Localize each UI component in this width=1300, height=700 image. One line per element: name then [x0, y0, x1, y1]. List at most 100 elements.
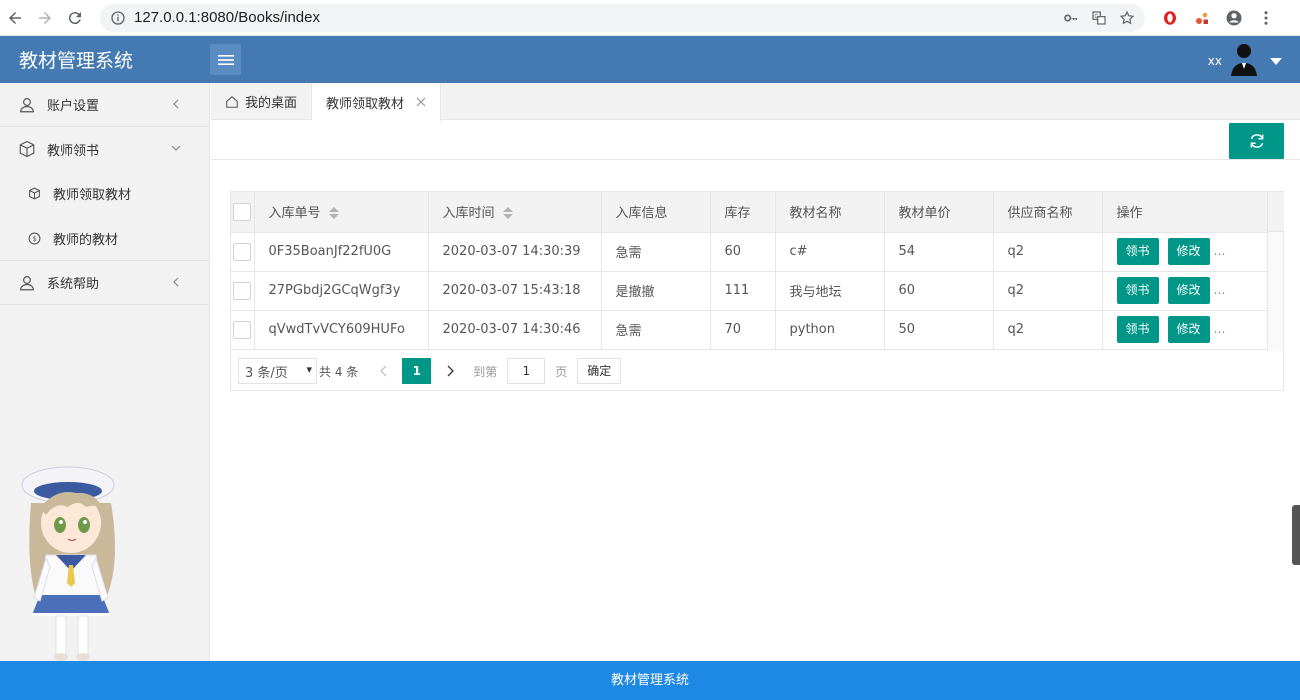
row-checkbox[interactable]: [233, 242, 251, 261]
cell-time: 2020-03-07 14:30:39: [428, 232, 602, 272]
column-header-label: 入库单号: [268, 206, 321, 222]
sidebar-item-account[interactable]: 账户设置: [0, 83, 209, 127]
more-ellipsis: …: [1213, 244, 1226, 258]
row-checkbox[interactable]: [233, 281, 251, 300]
tab-desktop[interactable]: 我的桌面: [211, 83, 313, 120]
more-vert-icon[interactable]: [1257, 9, 1275, 27]
pagination: 3 条/页 共 4 条 1 到第 1 页 确定: [238, 358, 622, 384]
table-header-row: 入库单号 入库时间 入库信息 库存 教材名称 教材单价 供应商名称 操作: [231, 192, 1269, 233]
column-header-stock: 库存: [710, 192, 776, 233]
total-count: 共 4 条: [319, 364, 359, 379]
cell-price: 54: [884, 232, 994, 272]
reload-button[interactable]: [60, 3, 90, 33]
table-row: qVwdTvVCY609HUFo 2020-03-07 14:30:46 急需 …: [231, 310, 1269, 350]
cell-info: 是撤撤: [601, 271, 711, 311]
more-ellipsis: …: [1213, 322, 1226, 336]
table-row: 27PGbdj2GCqWgf3y 2020-03-07 15:43:18 是撤撤…: [231, 271, 1269, 311]
column-header-label: 入库时间: [442, 206, 495, 222]
side-panel-handle[interactable]: [1292, 505, 1300, 565]
cell-id: 0F35BoanJf22fU0G: [254, 232, 429, 272]
table-scroll-gutter: [1267, 192, 1284, 351]
next-page-button[interactable]: [441, 365, 459, 377]
goto-label: 到第: [473, 364, 498, 379]
page-number-current[interactable]: 1: [402, 358, 432, 384]
cell-supplier: q2: [993, 310, 1103, 350]
key-icon[interactable]: [1063, 10, 1079, 26]
confirm-button[interactable]: 确定: [577, 358, 622, 384]
sidebar-subitem-my-books[interactable]: $ 教师的教材: [0, 216, 209, 261]
cell-time: 2020-03-07 14:30:46: [428, 310, 602, 350]
cell-info: 急需: [601, 310, 711, 350]
take-book-button[interactable]: 领书: [1116, 238, 1159, 265]
column-header-time[interactable]: 入库时间: [428, 192, 602, 233]
more-ellipsis: …: [1213, 283, 1226, 297]
sidebar-item-label: 教师领书: [47, 143, 100, 159]
tab-take-books[interactable]: 教师领取教材: [312, 83, 442, 121]
sort-icon[interactable]: [502, 207, 513, 220]
extension-icon[interactable]: [1193, 9, 1211, 27]
app-title: 教材管理系统: [19, 50, 134, 72]
sidebar-item-label: 账户设置: [47, 99, 100, 114]
cell-id: qVwdTvVCY609HUFo: [254, 310, 429, 350]
cell-supplier: q2: [993, 271, 1103, 311]
cell-info: 急需: [601, 232, 711, 272]
back-button[interactable]: [0, 3, 30, 33]
tab-bar: 我的桌面 教师领取教材: [211, 83, 1300, 121]
cell-time: 2020-03-07 15:43:18: [428, 271, 602, 311]
cell-name: python: [775, 310, 885, 350]
tab-label: 我的桌面: [245, 96, 298, 111]
user-menu[interactable]: xx: [1208, 42, 1282, 80]
forward-button[interactable]: [30, 3, 60, 33]
take-book-button[interactable]: 领书: [1116, 277, 1159, 304]
cell-actions: 领书 修改…: [1102, 310, 1269, 350]
row-checkbox[interactable]: [233, 320, 251, 339]
edit-button[interactable]: 修改: [1167, 277, 1210, 304]
content-toolbar: [211, 120, 1300, 160]
home-icon: [226, 95, 238, 108]
column-header-name: 教材名称: [775, 192, 885, 233]
edit-button[interactable]: 修改: [1167, 238, 1210, 265]
chevron-left-icon: [173, 99, 179, 109]
menu-toggle-button[interactable]: [210, 44, 241, 75]
page-label: 页: [555, 364, 568, 379]
refresh-button[interactable]: [1229, 123, 1284, 159]
column-header-id[interactable]: 入库单号: [254, 192, 429, 233]
address-bar[interactable]: 127.0.0.1:8080/Books/index G: [100, 3, 1145, 32]
goto-page-input[interactable]: 1: [507, 358, 546, 384]
chevron-left-icon: [173, 277, 179, 287]
sidebar-item-help[interactable]: 系统帮助: [0, 261, 209, 305]
user-name: xx: [1207, 54, 1222, 68]
row-checkbox-cell: [231, 310, 255, 350]
row-checkbox-cell: [231, 271, 255, 311]
cell-name: c#: [775, 232, 885, 272]
page-size-select[interactable]: 3 条/页: [238, 358, 317, 384]
menu-icon: [217, 54, 234, 65]
cell-actions: 领书 修改…: [1102, 232, 1269, 272]
footer: 教材管理系统: [0, 661, 1300, 700]
user-avatar-icon: [1231, 44, 1257, 76]
edit-button[interactable]: 修改: [1167, 316, 1210, 343]
star-icon[interactable]: [1119, 10, 1135, 26]
arrow-left-icon: [9, 11, 21, 24]
sidebar-item-label: 系统帮助: [47, 277, 100, 292]
sidebar-subitem-take-books[interactable]: 教师领取教材: [0, 171, 209, 216]
opera-extension-icon[interactable]: [1161, 9, 1179, 27]
take-book-button[interactable]: 领书: [1116, 316, 1159, 343]
chevron-left-icon: [379, 365, 387, 377]
info-icon[interactable]: [110, 10, 126, 26]
box-icon: [19, 140, 35, 158]
avatar: [1228, 42, 1260, 80]
chevron-right-icon: [447, 365, 454, 377]
prev-page-button[interactable]: [374, 365, 392, 377]
account-icon[interactable]: [1225, 9, 1243, 27]
select-all-checkbox[interactable]: [233, 202, 251, 221]
svg-text:G: G: [1094, 14, 1098, 20]
browser-toolbar: 127.0.0.1:8080/Books/index G: [0, 0, 1300, 36]
sort-icon[interactable]: [328, 207, 339, 220]
reload-icon: [68, 11, 81, 24]
sidebar-item-teacher-books[interactable]: 教师领书: [0, 127, 209, 171]
translate-icon[interactable]: G: [1091, 10, 1107, 26]
column-header-info: 入库信息: [601, 192, 711, 233]
cell-name: 我与地坛: [775, 271, 885, 311]
close-icon[interactable]: [416, 97, 426, 107]
